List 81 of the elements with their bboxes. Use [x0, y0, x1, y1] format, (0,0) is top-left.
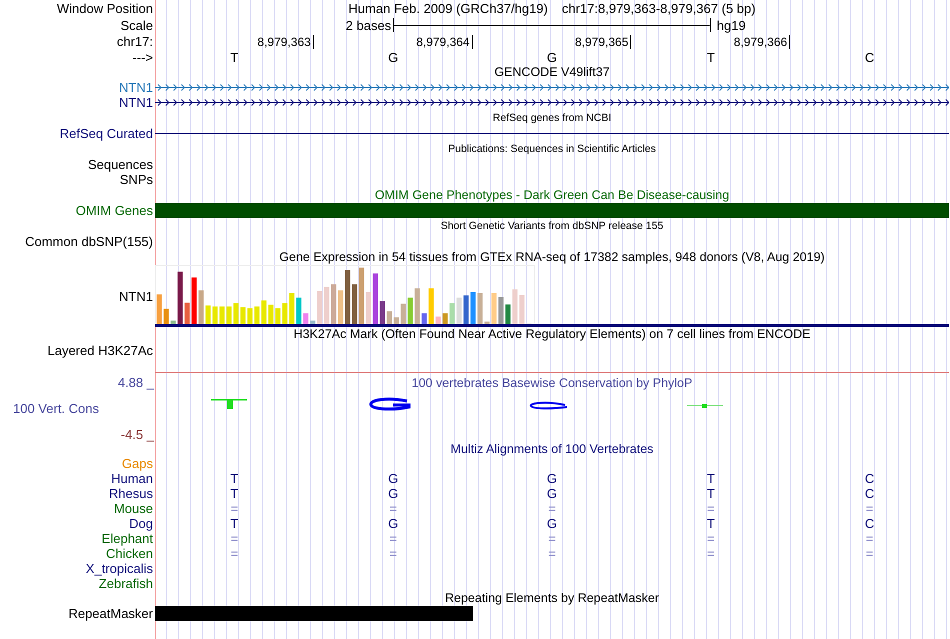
alignment-base: G — [388, 516, 398, 531]
alignment-base: G — [546, 486, 558, 501]
track-label: Scale — [120, 18, 153, 32]
expression-bar-drawing[interactable] — [155, 265, 535, 324]
track-title: 100 vertebrates Basewise Conservation by PhyloP — [412, 375, 692, 391]
alignment-base: C — [864, 516, 874, 531]
base-letter: G — [388, 50, 398, 65]
gene-strand-line[interactable] — [155, 98, 949, 107]
species-label: Zebrafish — [98, 576, 153, 591]
alignment-base: = — [866, 531, 874, 546]
alignment-base: = — [866, 546, 874, 561]
gene-label[interactable]: NTN1 — [119, 95, 153, 110]
strand-label: ---> — [132, 50, 153, 65]
scale-assembly: hg19 — [716, 18, 746, 32]
gene-label[interactable]: NTN1 — [119, 80, 153, 95]
track-title: Multiz Alignments of 100 Vertebrates — [450, 442, 654, 457]
track-title: Publications: Sequences in Scientific Articles — [448, 142, 656, 156]
track-label[interactable]: Sequences — [88, 157, 153, 172]
track-label[interactable]: RepeatMasker — [68, 606, 153, 621]
species-label: Human — [111, 471, 153, 486]
track-label[interactable]: SNPs — [120, 172, 153, 187]
gene-label[interactable]: NTN1 — [119, 288, 153, 304]
species-label: Elephant — [102, 531, 153, 546]
track-label[interactable]: Common dbSNP(155) — [25, 234, 153, 249]
alignment-base: = — [389, 531, 397, 546]
base-letter: G — [546, 50, 558, 65]
alignment-base: G — [388, 471, 398, 486]
track-label[interactable]: Layered H3K27Ac — [47, 343, 153, 358]
alignment-base: = — [230, 501, 238, 516]
track-title: H3K27Ac Mark (Often Found Near Active Regulatory Elements) on 7 cell lines from ENCODE — [294, 327, 810, 342]
track-title: OMIM Gene Phenotypes - Dark Green Can Be Disease-causing — [374, 188, 730, 202]
alignment-base: T — [706, 486, 715, 501]
scale-length: 2 bases — [346, 18, 392, 32]
alignment-base: = — [548, 531, 556, 546]
alignment-base: = — [548, 501, 556, 516]
track-label[interactable]: OMIM Genes — [76, 203, 153, 218]
track-title: RefSeq genes from NCBI — [492, 110, 612, 126]
ruler-tick: 8,979,364 — [416, 34, 473, 48]
alignment-base: = — [230, 546, 238, 561]
alignment-base: C — [864, 471, 874, 486]
alignment-base: T — [706, 516, 715, 531]
species-label: Chicken — [106, 546, 153, 561]
track-title: Short Genetic Variants from dbSNP release 155 — [440, 218, 664, 234]
alignment-base: G — [388, 486, 398, 501]
track-title: Repeating Elements by RepeatMasker — [444, 591, 659, 606]
track-label[interactable]: RefSeq Curated — [60, 126, 153, 141]
alignment-base: G — [546, 471, 558, 486]
axis-max-label: 4.88 _ — [118, 375, 154, 390]
base-letter: C — [864, 50, 874, 65]
species-label: X_tropicalis — [86, 561, 153, 576]
alignment-base: = — [548, 546, 556, 561]
alignment-base: = — [389, 546, 397, 561]
species-label: Dog — [129, 516, 153, 531]
ruler-tick: 8,979,365 — [575, 34, 632, 48]
alignment-base: = — [866, 501, 874, 516]
species-label: Rhesus — [108, 486, 153, 501]
track-title: Gene Expression in 54 tissues from GTEx RNA-seq of 17382 samples, 948 donors (V8, Aug 2019) — [279, 250, 825, 264]
track-label[interactable]: 100 Vert. Cons — [0, 401, 99, 416]
ruler-tick: 8,979,363 — [257, 34, 314, 48]
alignment-base: = — [706, 501, 715, 516]
alignment-base: G — [546, 516, 558, 531]
alignment-base: T — [230, 471, 238, 486]
alignment-base: = — [230, 531, 238, 546]
alignment-base: = — [706, 546, 715, 561]
species-label: Gaps — [122, 456, 153, 471]
axis-min-label: -4.5 _ — [120, 427, 154, 442]
base-letter: T — [706, 50, 715, 65]
alignment-base: T — [230, 516, 238, 531]
position-text: chr17:8,979,363-8,979,367 (5 bp) — [562, 1, 756, 16]
track-label: Window Position — [56, 1, 153, 16]
assembly-text: Human Feb. 2009 (GRCh37/hg19) — [348, 1, 548, 16]
alignment-base: C — [864, 486, 874, 501]
ruler-tick: 8,979,366 — [734, 34, 790, 48]
base-letter: T — [230, 50, 238, 65]
alignment-base: = — [389, 501, 397, 516]
alignment-base: T — [230, 486, 238, 501]
track-title: GENCODE V49lift37 — [494, 64, 610, 80]
species-label: Mouse — [114, 501, 153, 516]
alignment-base: = — [706, 531, 715, 546]
alignment-base: T — [706, 471, 715, 486]
track-label: chr17: — [116, 34, 153, 49]
